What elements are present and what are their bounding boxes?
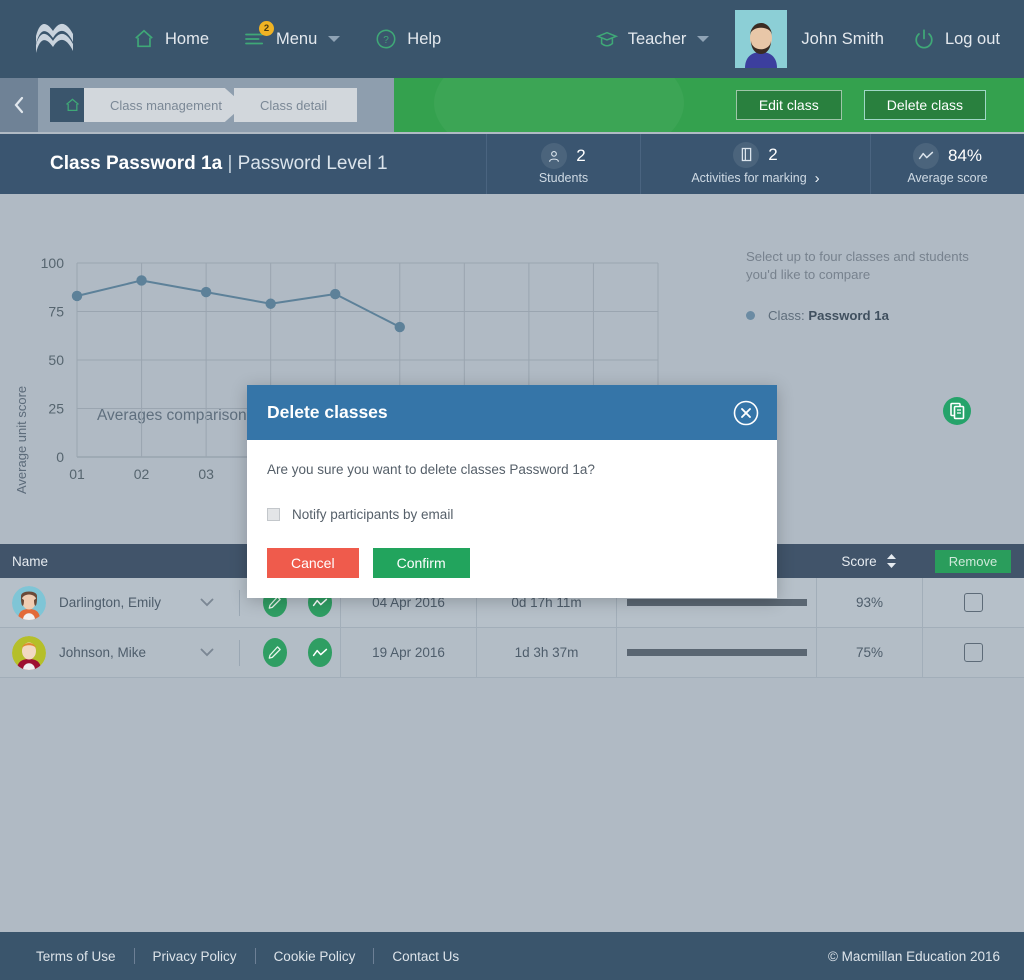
page-root: Home 2 Menu ? Help Teacher John Smith Lo… [0,0,1024,980]
dialog-header: Delete classes [247,385,777,440]
cancel-button[interactable]: Cancel [267,548,359,578]
footer-link[interactable]: Cookie Policy [256,949,374,964]
footer-links: Terms of Use Privacy Policy Cookie Policy C… [36,948,477,964]
confirm-button[interactable]: Confirm [372,548,470,578]
delete-class-label: Delete class [886,97,963,113]
delete-class-button[interactable]: Delete class [863,90,986,120]
notify-participants-checkbox-row[interactable]: Notify participants by email [267,507,757,522]
edit-class-label: Edit class [758,97,819,113]
modal-overlay: Delete classes Are you sure you want to … [0,0,1024,980]
copyright-text: © Macmillan Education 2016 [827,948,1000,964]
notify-participants-checkbox[interactable] [267,508,280,521]
footer-link[interactable]: Contact Us [374,949,477,964]
delete-classes-dialog: Delete classes Are you sure you want to … [247,385,777,598]
dialog-buttons: Cancel Confirm [267,548,757,578]
notify-participants-label: Notify participants by email [292,507,454,522]
dialog-message: Are you sure you want to delete classes … [267,462,595,477]
page-footer: Terms of Use Privacy Policy Cookie Policy C… [0,932,1024,980]
footer-link[interactable]: Privacy Policy [135,949,255,964]
dialog-title: Delete classes [267,402,388,422]
close-circle-icon[interactable] [733,400,759,426]
footer-link[interactable]: Terms of Use [36,949,134,964]
dialog-body: Are you sure you want to delete classes … [247,440,777,578]
edit-class-button[interactable]: Edit class [735,90,842,120]
